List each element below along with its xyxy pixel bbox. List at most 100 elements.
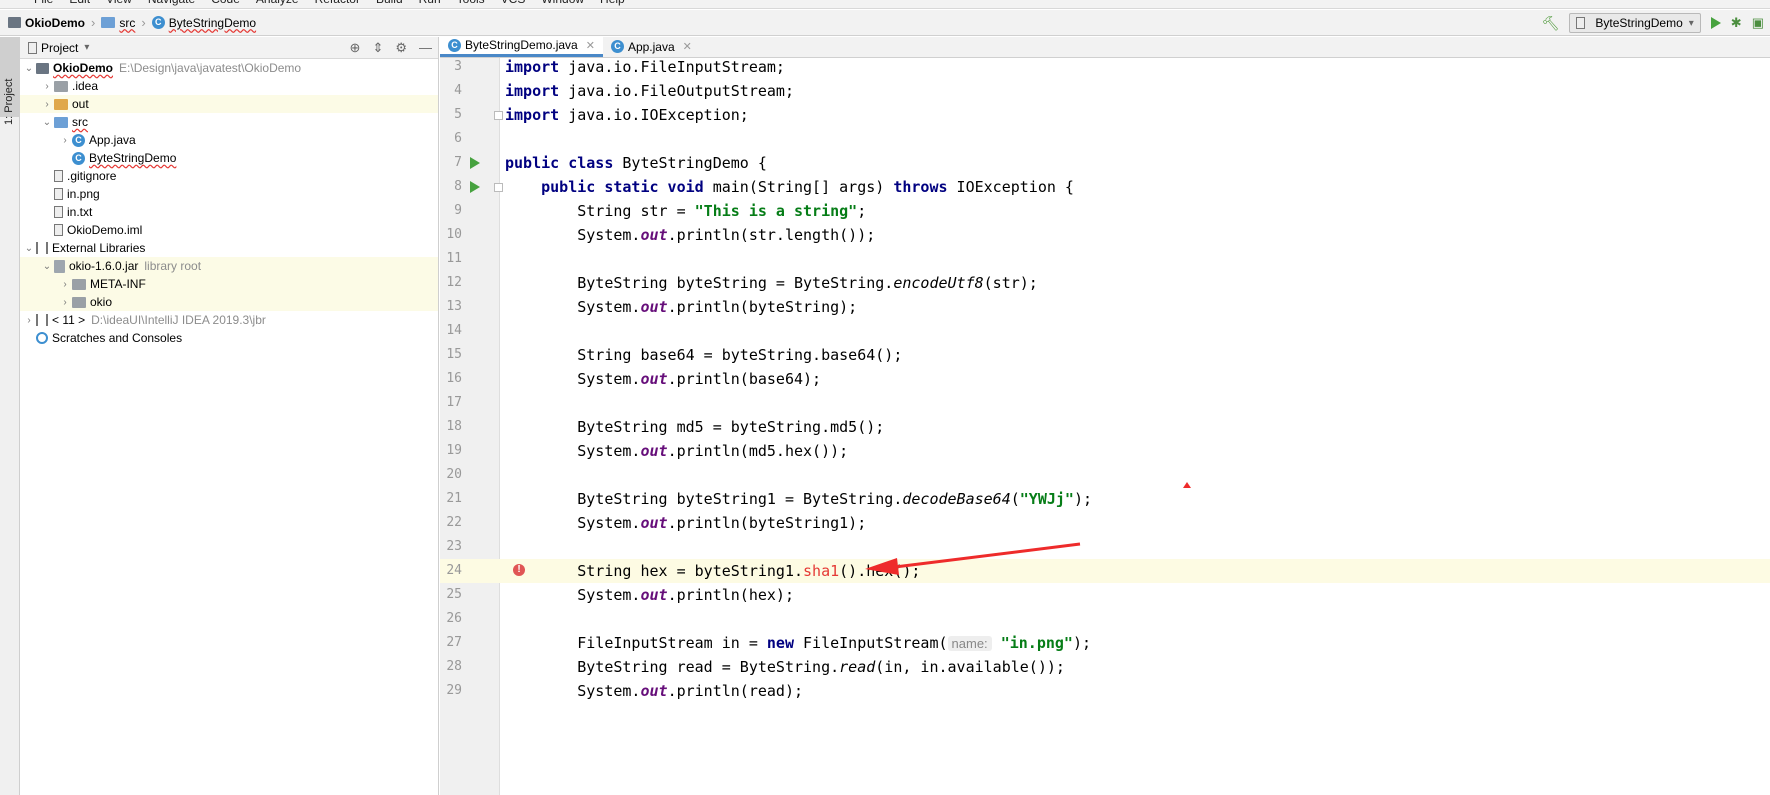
- breadcrumb-file[interactable]: ByteStringDemo: [169, 16, 256, 30]
- code-line[interactable]: 19 System.out.println(md5.hex());: [440, 439, 1770, 463]
- menu-item[interactable]: Code: [211, 0, 240, 6]
- chevron-down-icon[interactable]: ⌄: [40, 261, 54, 272]
- code-token: read: [839, 658, 876, 676]
- tree-item-label: in.png: [67, 187, 100, 201]
- build-hammer-icon[interactable]: 🔨︎: [1542, 15, 1560, 32]
- code-line[interactable]: 8 public static void main(String[] args)…: [440, 175, 1770, 199]
- menu-item[interactable]: Refactor: [315, 0, 360, 6]
- breadcrumb-folder[interactable]: src: [119, 16, 135, 30]
- menu-item[interactable]: View: [106, 0, 132, 6]
- tree-item[interactable]: › .idea: [20, 77, 438, 95]
- tree-item[interactable]: in.txt: [20, 203, 438, 221]
- run-gutter-icon[interactable]: [470, 181, 480, 193]
- locate-file-icon[interactable]: ⊕: [350, 40, 361, 56]
- code-area[interactable]: 3 import java.io.FileInputStream; 4 import …: [440, 58, 1770, 795]
- editor-tab[interactable]: C ByteStringDemo.java ✕: [440, 36, 603, 57]
- code-line[interactable]: 15 String base64 = byteString.base64();: [440, 343, 1770, 367]
- tree-item[interactable]: › META-INF: [20, 275, 438, 293]
- tree-item[interactable]: in.png: [20, 185, 438, 203]
- code-line[interactable]: 11: [440, 247, 1770, 271]
- fold-marker-icon[interactable]: [494, 183, 503, 192]
- code-line[interactable]: 17: [440, 391, 1770, 415]
- code-line[interactable]: 6: [440, 127, 1770, 151]
- chevron-right-icon[interactable]: ›: [22, 315, 36, 326]
- chevron-down-icon[interactable]: ⌄: [22, 63, 36, 74]
- tree-item[interactable]: OkioDemo.iml: [20, 221, 438, 239]
- menu-item[interactable]: Navigate: [148, 0, 195, 6]
- chevron-right-icon[interactable]: ›: [40, 99, 54, 110]
- code-line[interactable]: 5 import java.io.IOException;: [440, 103, 1770, 127]
- menu-item[interactable]: VCS: [501, 0, 526, 6]
- project-tool-label[interactable]: 1: Project: [3, 79, 15, 125]
- code-line[interactable]: 7 public class ByteStringDemo {: [440, 151, 1770, 175]
- tree-item[interactable]: .gitignore: [20, 167, 438, 185]
- menu-item[interactable]: Analyze: [256, 0, 299, 6]
- tree-item[interactable]: ⌄ okio-1.6.0.jar library root: [20, 257, 438, 275]
- code-line[interactable]: 4 import java.io.FileOutputStream;: [440, 79, 1770, 103]
- code-line[interactable]: 22 System.out.println(byteString1);: [440, 511, 1770, 535]
- menu-item[interactable]: Build: [376, 0, 403, 6]
- code-line[interactable]: 24! String hex = byteString1.sha1().hex(…: [440, 559, 1770, 583]
- code-line[interactable]: 13 System.out.println(byteString);: [440, 295, 1770, 319]
- tree-item-label: out: [72, 97, 89, 111]
- tree-item[interactable]: C ByteStringDemo: [20, 149, 438, 167]
- code-line[interactable]: 9 String str = "This is a string";: [440, 199, 1770, 223]
- chevron-down-icon[interactable]: ⌄: [40, 117, 54, 128]
- editor-tab[interactable]: C App.java ✕: [603, 36, 700, 57]
- code-token: );: [1072, 634, 1092, 652]
- code-line[interactable]: 14: [440, 319, 1770, 343]
- code-line[interactable]: 25 System.out.println(hex);: [440, 583, 1770, 607]
- tree-item[interactable]: ⌄ OkioDemo E:\Design\java\javatest\OkioDem…: [20, 59, 438, 77]
- run-gutter-icon[interactable]: [470, 157, 480, 169]
- chevron-down-icon[interactable]: ⌄: [22, 243, 36, 254]
- tree-item[interactable]: Scratches and Consoles: [20, 329, 438, 347]
- tree-item[interactable]: › < 11 > D:\ideaUI\IntelliJ IDEA 2019.3\jb…: [20, 311, 438, 329]
- tree-item[interactable]: › okio: [20, 293, 438, 311]
- gear-icon[interactable]: ⚙: [395, 40, 407, 56]
- code-line[interactable]: 29 System.out.println(read);: [440, 679, 1770, 703]
- tree-item[interactable]: ⌄ External Libraries: [20, 239, 438, 257]
- breadcrumb-project[interactable]: OkioDemo: [25, 16, 85, 30]
- chevron-right-icon[interactable]: ›: [40, 81, 54, 92]
- code-line[interactable]: 10 System.out.println(str.length());: [440, 223, 1770, 247]
- run-config-icon: [1576, 17, 1586, 29]
- tree-item-label: src: [72, 115, 88, 129]
- tree-item[interactable]: › out: [20, 95, 438, 113]
- code-line[interactable]: 18 ByteString md5 = byteString.md5();: [440, 415, 1770, 439]
- collapse-all-icon[interactable]: ⇕: [372, 40, 383, 56]
- code-line[interactable]: 26: [440, 607, 1770, 631]
- code-text: public class ByteStringDemo {: [505, 151, 767, 175]
- run-configuration-select[interactable]: ByteStringDemo ▾: [1569, 13, 1701, 33]
- debug-bug-icon[interactable]: ✱: [1731, 15, 1742, 31]
- tree-item[interactable]: › C App.java: [20, 131, 438, 149]
- coverage-icon[interactable]: ▣: [1752, 15, 1764, 31]
- line-number: 27: [446, 635, 462, 650]
- close-tab-icon[interactable]: ✕: [683, 40, 692, 53]
- panel-title[interactable]: Project: [41, 41, 78, 55]
- menu-item[interactable]: File: [34, 0, 53, 6]
- chevron-down-icon[interactable]: ▾: [84, 42, 89, 53]
- menu-item[interactable]: Help: [600, 0, 625, 6]
- chevron-right-icon[interactable]: ›: [58, 135, 72, 146]
- code-line[interactable]: 12 ByteString byteString = ByteString.en…: [440, 271, 1770, 295]
- chevron-right-icon[interactable]: ›: [58, 297, 72, 308]
- run-icon[interactable]: [1710, 17, 1721, 29]
- menu-item[interactable]: Tools: [457, 0, 485, 6]
- menu-item[interactable]: Edit: [69, 0, 90, 6]
- code-line[interactable]: 3 import java.io.FileInputStream;: [440, 55, 1770, 79]
- tree-item[interactable]: ⌄ src: [20, 113, 438, 131]
- code-line[interactable]: 21 ByteString byteString1 = ByteString.d…: [440, 487, 1770, 511]
- fold-marker-icon[interactable]: [494, 111, 503, 120]
- code-line[interactable]: 16 System.out.println(base64);: [440, 367, 1770, 391]
- close-tab-icon[interactable]: ✕: [586, 39, 595, 52]
- minimize-icon[interactable]: —: [419, 40, 432, 56]
- tree-item-label: OkioDemo: [53, 61, 114, 75]
- code-line[interactable]: 28 ByteString read = ByteString.read(in,…: [440, 655, 1770, 679]
- code-line[interactable]: 20: [440, 463, 1770, 487]
- chevron-right-icon[interactable]: ›: [58, 279, 72, 290]
- code-line[interactable]: 27 FileInputStream in = new FileInputStr…: [440, 631, 1770, 655]
- menu-item[interactable]: Run: [419, 0, 441, 6]
- menu-item[interactable]: Window: [541, 0, 584, 6]
- tree-item-label: OkioDemo.iml: [67, 223, 143, 237]
- code-line[interactable]: 23: [440, 535, 1770, 559]
